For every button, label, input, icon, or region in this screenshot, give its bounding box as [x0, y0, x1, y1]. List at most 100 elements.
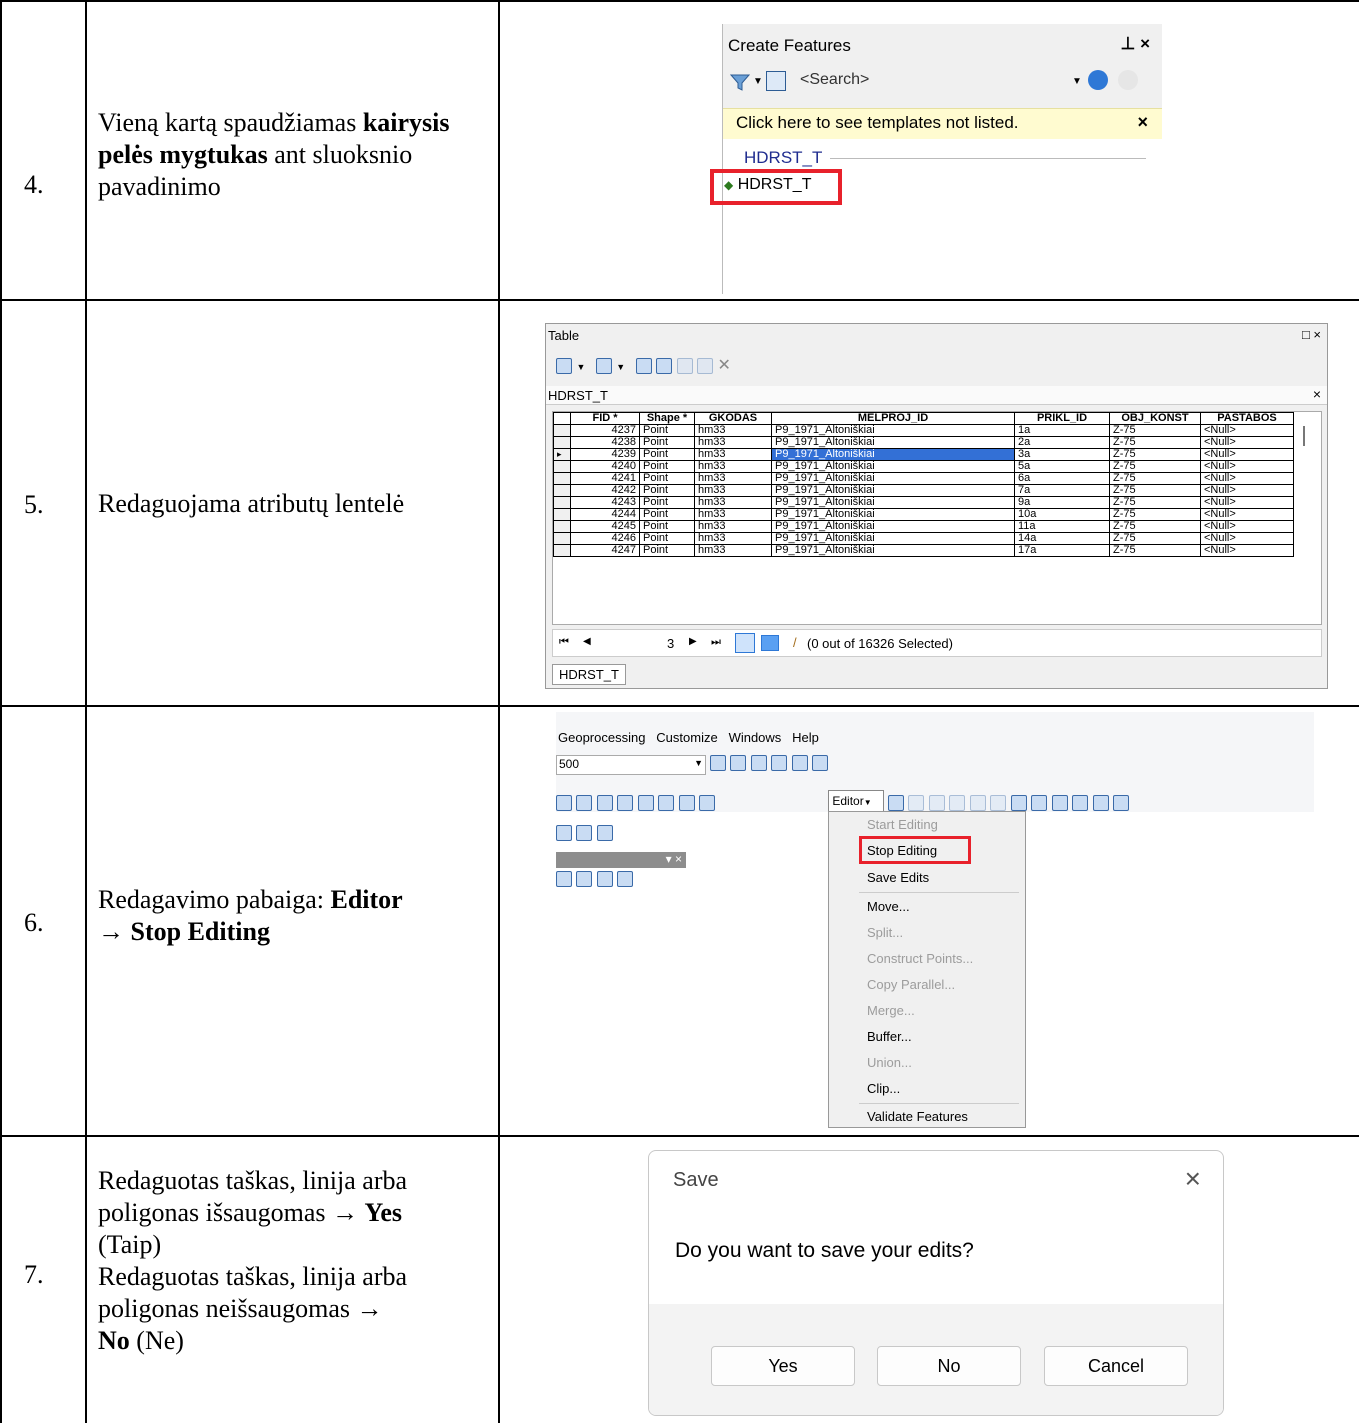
- table-cell[interactable]: Point: [639, 436, 695, 449]
- table-cell[interactable]: Z-75: [1109, 496, 1201, 509]
- row-selector[interactable]: [553, 544, 571, 557]
- close-icon[interactable]: ×: [1185, 1163, 1201, 1195]
- next-record-icon[interactable]: ▶: [689, 636, 697, 647]
- table-cell[interactable]: <Null>: [1200, 436, 1294, 449]
- tool-icon[interactable]: [678, 794, 695, 811]
- column-header[interactable]: PASTABOS: [1200, 412, 1294, 425]
- table-cell[interactable]: Z-75: [1109, 448, 1201, 461]
- table-cell[interactable]: 2a: [1014, 436, 1110, 449]
- table-cell[interactable]: 4240: [570, 460, 640, 473]
- tool-icon[interactable]: [617, 794, 634, 811]
- table-cell[interactable]: P9_1971_Altoniškiai: [771, 496, 1015, 509]
- row-selector[interactable]: [553, 484, 571, 497]
- related-tables-icon[interactable]: [595, 357, 612, 374]
- table-cell[interactable]: 4245: [570, 520, 640, 533]
- table-cell[interactable]: Point: [639, 484, 695, 497]
- table-row[interactable]: 4237 Point hm33 P9_1971_Altoniškiai 1a Z-75 <N…: [553, 424, 1294, 437]
- tool-icon[interactable]: [791, 754, 808, 771]
- table-cell[interactable]: <Null>: [1200, 508, 1294, 521]
- table-cell[interactable]: 4244: [570, 508, 640, 521]
- table-cell[interactable]: 10a: [1014, 508, 1110, 521]
- table-cell[interactable]: hm33: [694, 496, 772, 509]
- table-cell[interactable]: hm33: [694, 424, 772, 437]
- table-cell[interactable]: hm33: [694, 460, 772, 473]
- table-cell[interactable]: Point: [639, 544, 695, 557]
- tool-icon[interactable]: [576, 824, 593, 841]
- table-cell[interactable]: Z-75: [1109, 436, 1201, 449]
- table-cell[interactable]: Z-75: [1109, 520, 1201, 533]
- chevron-down-icon[interactable]: ▼: [753, 76, 763, 87]
- menu-item[interactable]: Construct Points...: [867, 951, 973, 966]
- table-cell[interactable]: 4242: [570, 484, 640, 497]
- show-selected-records-icon[interactable]: [761, 635, 779, 651]
- table-cell[interactable]: P9_1971_Altoniškiai: [771, 544, 1015, 557]
- menu-item[interactable]: Union...: [867, 1055, 912, 1070]
- last-record-icon[interactable]: ⏭: [711, 636, 721, 649]
- table-cell[interactable]: P9_1971_Altoniškiai: [771, 448, 1015, 461]
- table-cell[interactable]: hm33: [694, 508, 772, 521]
- tool-icon[interactable]: [812, 754, 829, 771]
- tool-icon[interactable]: [990, 794, 1007, 811]
- table-cell[interactable]: hm33: [694, 472, 772, 485]
- tool-icon[interactable]: [969, 794, 986, 811]
- scale-combobox[interactable]: 500 ▼: [556, 755, 706, 775]
- pin-close-icon[interactable]: ⊥ ×: [1121, 34, 1150, 54]
- row-selector[interactable]: [553, 520, 571, 533]
- tool-icon[interactable]: [699, 794, 716, 811]
- row-selector[interactable]: [553, 508, 571, 521]
- table-cell[interactable]: Z-75: [1109, 544, 1201, 557]
- table-cell[interactable]: P9_1971_Altoniškiai: [771, 532, 1015, 545]
- table-cell[interactable]: Point: [639, 508, 695, 521]
- menu-customize[interactable]: Customize: [656, 730, 717, 745]
- menu-help[interactable]: Help: [792, 730, 819, 745]
- table-cell[interactable]: 9a: [1014, 496, 1110, 509]
- search-input[interactable]: <Search>: [800, 71, 869, 89]
- table-row[interactable]: 4241 Point hm33 P9_1971_Altoniškiai 6a Z-75 <N…: [553, 472, 1294, 485]
- previous-record-icon[interactable]: ◀: [583, 636, 591, 647]
- table-cell[interactable]: Point: [639, 520, 695, 533]
- tool-icon[interactable]: [1031, 794, 1048, 811]
- tool-icon[interactable]: [596, 870, 613, 887]
- edit-tool-icon[interactable]: [888, 794, 904, 811]
- table-cell[interactable]: <Null>: [1200, 544, 1294, 557]
- table-cell[interactable]: hm33: [694, 520, 772, 533]
- tool-icon[interactable]: [576, 870, 593, 887]
- table-cell[interactable]: Z-75: [1109, 484, 1201, 497]
- tool-icon[interactable]: [596, 794, 613, 811]
- menu-item[interactable]: Start Editing: [867, 817, 938, 832]
- clear-search-icon[interactable]: [1118, 70, 1138, 90]
- menu-item[interactable]: Split...: [867, 925, 903, 940]
- table-cell[interactable]: Z-75: [1109, 424, 1201, 437]
- row-selector[interactable]: [553, 532, 571, 545]
- column-header[interactable]: FID *: [570, 412, 640, 425]
- table-cell[interactable]: P9_1971_Altoniškiai: [771, 436, 1015, 449]
- close-icon[interactable]: ×: [1313, 386, 1321, 402]
- table-cell[interactable]: Z-75: [1109, 532, 1201, 545]
- table-cell[interactable]: Z-75: [1109, 508, 1201, 521]
- row-selector[interactable]: [553, 424, 571, 437]
- column-header[interactable]: PRIKL_ID: [1014, 412, 1110, 425]
- table-cell[interactable]: 1a: [1014, 424, 1110, 437]
- menu-item[interactable]: Copy Parallel...: [867, 977, 955, 992]
- table-cell[interactable]: <Null>: [1200, 532, 1294, 545]
- table-cell[interactable]: 11a: [1014, 520, 1110, 533]
- tool-icon[interactable]: [637, 794, 654, 811]
- table-cell[interactable]: <Null>: [1200, 484, 1294, 497]
- template-item[interactable]: ◆ HDRST_T: [724, 176, 811, 194]
- tool-icon[interactable]: [1112, 794, 1129, 811]
- tool-icon[interactable]: [556, 870, 572, 887]
- show-all-records-icon[interactable]: [735, 633, 755, 653]
- tool-icon[interactable]: [1072, 794, 1089, 811]
- table-cell[interactable]: Z-75: [1109, 460, 1201, 473]
- tool-icon[interactable]: [928, 794, 945, 811]
- tool-icon[interactable]: [617, 870, 634, 887]
- table-row[interactable]: 4240 Point hm33 P9_1971_Altoniškiai 5a Z-75 <N…: [553, 460, 1294, 473]
- zoom-selected-icon[interactable]: [697, 357, 714, 374]
- tool-icon[interactable]: [556, 824, 572, 841]
- chevron-down-icon[interactable]: ▼: [694, 758, 703, 768]
- table-row[interactable]: 4245 Point hm33 P9_1971_Altoniškiai 11a Z-75 <…: [553, 520, 1294, 533]
- menu-item[interactable]: Clip...: [867, 1081, 900, 1096]
- table-cell[interactable]: Point: [639, 532, 695, 545]
- table-cell[interactable]: Point: [639, 448, 695, 461]
- tool-icon[interactable]: [596, 824, 613, 841]
